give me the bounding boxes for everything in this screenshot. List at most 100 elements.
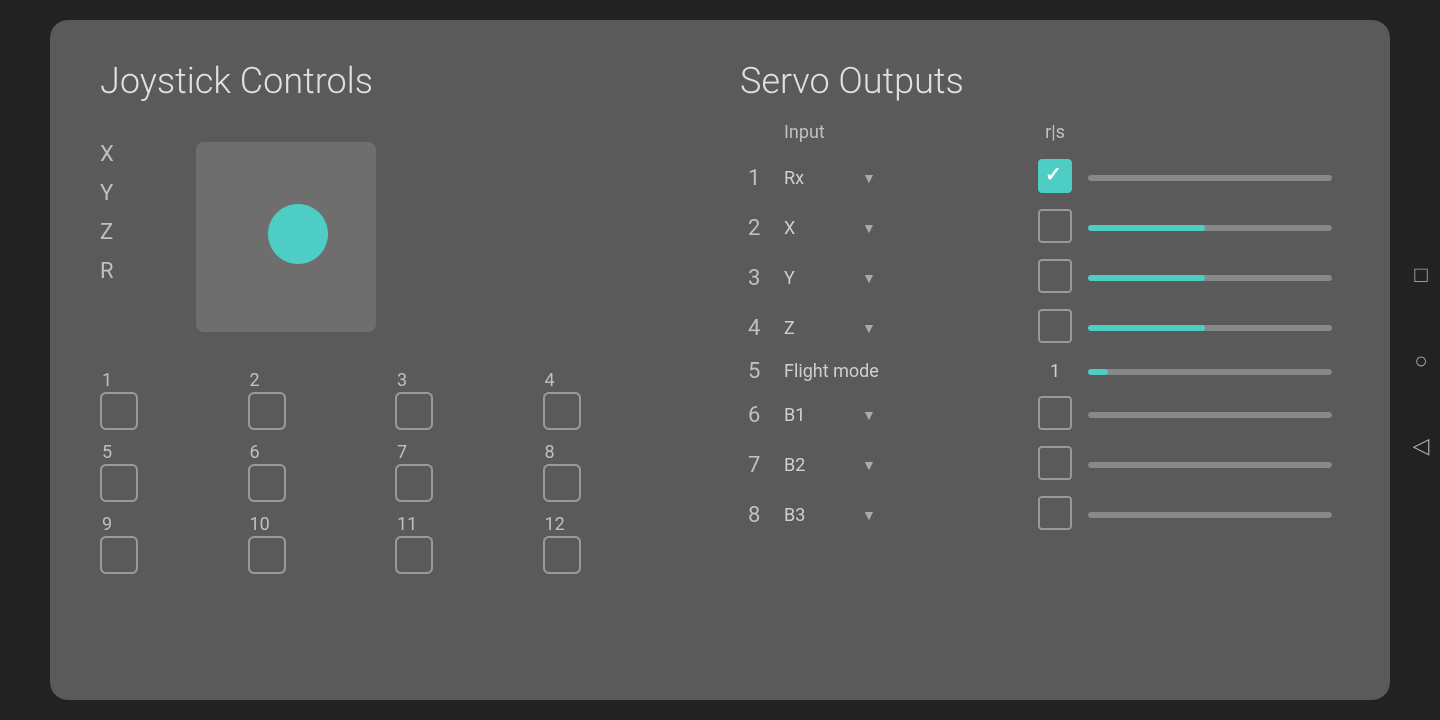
input-dropdown-3[interactable]: Y ▼ (784, 268, 914, 289)
button-cell-8: 8 (543, 444, 681, 502)
servo-track-6[interactable] (1088, 412, 1332, 418)
rls-cell-7 (1030, 440, 1080, 490)
slider-cell-1[interactable] (1080, 153, 1340, 203)
input-label-4: Z (784, 318, 854, 339)
joystick-dot (268, 204, 328, 264)
col-rls-header: r|s (1030, 118, 1080, 153)
button-number-8: 8 (545, 444, 555, 462)
servo-input-cell-4: Z ▼ (776, 303, 1030, 353)
servo-row-num-6: 6 (740, 390, 776, 440)
button-number-5: 5 (102, 444, 112, 462)
servo-checkbox-7[interactable] (1038, 446, 1072, 480)
nav-square-icon[interactable]: □ (1414, 262, 1427, 288)
dropdown-arrow-4: ▼ (862, 320, 876, 337)
servo-checkbox-6[interactable] (1038, 396, 1072, 430)
servo-fill-5 (1088, 369, 1108, 375)
button-checkbox-5[interactable] (100, 464, 138, 502)
buttons-grid: 1 2 3 4 5 6 7 8 9 10 11 12 (100, 372, 680, 574)
slider-cell-8[interactable] (1080, 490, 1340, 540)
button-checkbox-2[interactable] (248, 392, 286, 430)
button-number-12: 12 (545, 516, 565, 534)
servo-fill-3 (1088, 275, 1205, 281)
slider-cell-3[interactable] (1080, 253, 1340, 303)
button-checkbox-10[interactable] (248, 536, 286, 574)
nav-back-icon[interactable]: ◁ (1413, 434, 1430, 459)
servo-input-cell-8: B3 ▼ (776, 490, 1030, 540)
input-dropdown-1[interactable]: Rx ▼ (784, 168, 914, 189)
input-dropdown-6[interactable]: B1 ▼ (784, 405, 914, 426)
button-checkbox-1[interactable] (100, 392, 138, 430)
servo-row-num-7: 7 (740, 440, 776, 490)
slider-cell-2[interactable] (1080, 203, 1340, 253)
servo-checkbox-2[interactable] (1038, 209, 1072, 243)
button-checkbox-3[interactable] (395, 392, 433, 430)
input-label-1: Rx (784, 168, 854, 189)
rls-cell-8 (1030, 490, 1080, 540)
button-checkbox-11[interactable] (395, 536, 433, 574)
dropdown-arrow-2: ▼ (862, 220, 876, 237)
servo-track-5[interactable] (1088, 369, 1332, 375)
servo-row-num-4: 4 (740, 303, 776, 353)
dropdown-arrow-3: ▼ (862, 270, 876, 287)
rls-cell-5: 1 (1030, 353, 1080, 390)
slider-cell-6[interactable] (1080, 390, 1340, 440)
button-cell-4: 4 (543, 372, 681, 430)
servo-checkbox-4[interactable] (1038, 309, 1072, 343)
servo-input-cell-5: Flight mode (776, 353, 1030, 390)
button-cell-6: 6 (248, 444, 386, 502)
input-dropdown-8[interactable]: B3 ▼ (784, 505, 914, 526)
servo-input-cell-6: B1 ▼ (776, 390, 1030, 440)
flight-mode-label: Flight mode (784, 361, 879, 382)
axis-label-z: Z (100, 220, 128, 245)
servo-checkbox-8[interactable] (1038, 496, 1072, 530)
servo-input-cell-2: X ▼ (776, 203, 1030, 253)
button-number-1: 1 (102, 372, 112, 390)
slider-cell-4[interactable] (1080, 303, 1340, 353)
servo-row-2: 2 X ▼ (740, 203, 1340, 253)
nav-circle-icon[interactable]: ○ (1414, 348, 1427, 374)
button-checkbox-12[interactable] (543, 536, 581, 574)
button-cell-11: 11 (395, 516, 533, 574)
right-panel: Servo Outputs Input r|s 1 Rx ▼ 2 (740, 60, 1340, 660)
col-input-header: Input (776, 118, 1030, 153)
input-dropdown-2[interactable]: X ▼ (784, 218, 914, 239)
servo-track-7[interactable] (1088, 462, 1332, 468)
slider-cell-5[interactable] (1080, 353, 1340, 390)
servo-track-4[interactable] (1088, 325, 1332, 331)
servo-checkbox-1[interactable] (1038, 159, 1072, 193)
left-panel: Joystick Controls X Y Z R 1 (100, 60, 680, 660)
slider-cell-7[interactable] (1080, 440, 1340, 490)
servo-track-2[interactable] (1088, 225, 1332, 231)
servo-fill-4 (1088, 325, 1205, 331)
axis-label-r: R (100, 259, 128, 284)
servo-track-1[interactable] (1088, 175, 1332, 181)
servo-track-8[interactable] (1088, 512, 1332, 518)
input-dropdown-4[interactable]: Z ▼ (784, 318, 914, 339)
axis-row-y: Y (100, 181, 146, 206)
button-number-4: 4 (545, 372, 555, 390)
button-checkbox-4[interactable] (543, 392, 581, 430)
axis-label-x: X (100, 142, 128, 167)
servo-checkbox-3[interactable] (1038, 259, 1072, 293)
button-checkbox-9[interactable] (100, 536, 138, 574)
servo-row-num-3: 3 (740, 253, 776, 303)
axis-row-r: R (100, 259, 146, 284)
servo-row-num-8: 8 (740, 490, 776, 540)
input-dropdown-7[interactable]: B2 ▼ (784, 455, 914, 476)
button-checkbox-6[interactable] (248, 464, 286, 502)
servo-row-1: 1 Rx ▼ (740, 153, 1340, 203)
button-cell-10: 10 (248, 516, 386, 574)
servo-row-7: 7 B2 ▼ (740, 440, 1340, 490)
button-number-10: 10 (250, 516, 270, 534)
dropdown-arrow-8: ▼ (862, 507, 876, 524)
button-checkbox-7[interactable] (395, 464, 433, 502)
servo-row-num-5: 5 (740, 353, 776, 390)
button-cell-2: 2 (248, 372, 386, 430)
button-checkbox-8[interactable] (543, 464, 581, 502)
joystick-pad[interactable] (196, 142, 376, 332)
button-cell-9: 9 (100, 516, 238, 574)
servo-row-3: 3 Y ▼ (740, 253, 1340, 303)
button-cell-7: 7 (395, 444, 533, 502)
servo-track-3[interactable] (1088, 275, 1332, 281)
rls-cell-6 (1030, 390, 1080, 440)
